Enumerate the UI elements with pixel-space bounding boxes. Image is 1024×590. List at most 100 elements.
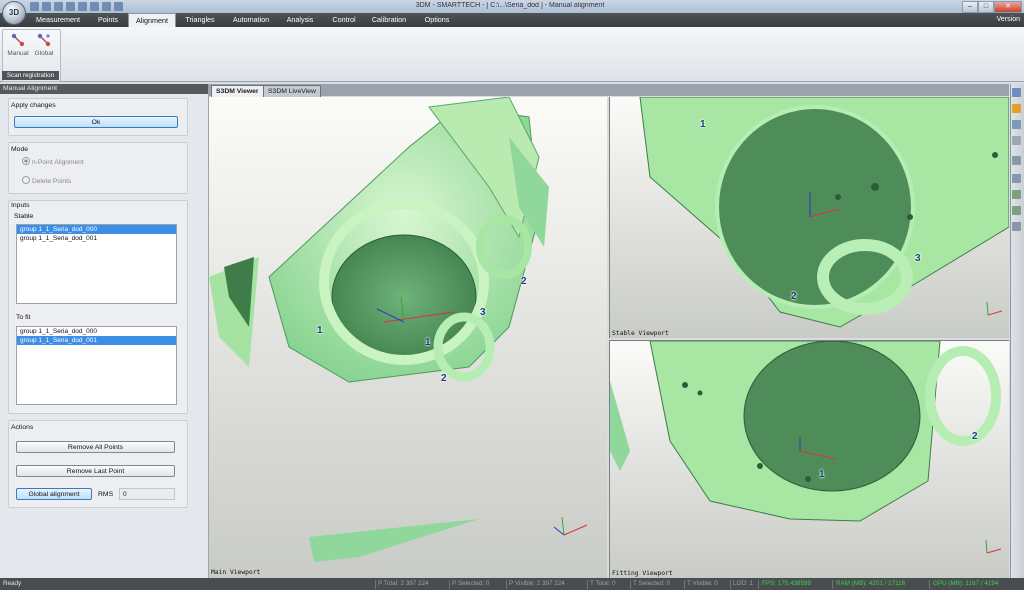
status-t-selected: T Selected: 0 bbox=[633, 580, 670, 587]
marker-label: 1 bbox=[317, 325, 323, 336]
list-item[interactable]: group 1_1_Seria_dod_000 bbox=[17, 225, 176, 234]
status-t-total: T Total: 0 bbox=[590, 580, 616, 587]
delete-points-radio[interactable]: Delete Points bbox=[22, 176, 71, 185]
status-p-selected: P Selected: 0 bbox=[452, 580, 490, 587]
export-icon[interactable] bbox=[78, 2, 87, 11]
tab-triangles[interactable]: Triangles bbox=[176, 13, 224, 27]
ribbon-group-label: Scan registration bbox=[2, 71, 59, 80]
to-fit-list[interactable]: group 1_1_Seria_dod_000 group 1_1_Seria_… bbox=[16, 326, 177, 405]
status-separator bbox=[929, 580, 930, 589]
tab-s3dm-liveview[interactable]: S3DM LiveView bbox=[263, 85, 321, 97]
delete-points-label: Delete Points bbox=[32, 178, 72, 185]
global-alignment-button[interactable]: Global alignment bbox=[16, 488, 92, 500]
apply-changes-label: Apply changes bbox=[11, 102, 56, 109]
tab-s3dm-viewer[interactable]: S3DM Viewer bbox=[211, 85, 264, 97]
status-gpu: GPU (MB): 1167 / 4194 bbox=[933, 580, 999, 587]
view-tool-icon[interactable] bbox=[1012, 174, 1021, 183]
status-p-visible: P Visible: 2 397 224 bbox=[509, 580, 565, 587]
view-tool-icon[interactable] bbox=[1012, 136, 1021, 145]
rms-value-field: 0 bbox=[119, 488, 175, 500]
radio-dot-icon bbox=[22, 176, 30, 184]
view-tool-icon[interactable] bbox=[1012, 120, 1021, 129]
fitting-scan-render bbox=[610, 341, 1002, 554]
list-item[interactable]: group 1_1_Seria_dod_001 bbox=[17, 234, 176, 243]
status-separator bbox=[506, 580, 507, 589]
status-t-visible: T Visible: 0 bbox=[687, 580, 718, 587]
manual-button-label: Manual bbox=[7, 50, 29, 57]
status-separator bbox=[587, 580, 588, 589]
marker-label: 2 bbox=[441, 373, 447, 384]
global-alignment-icon bbox=[37, 33, 51, 47]
list-item[interactable]: group 1_1_Seria_dod_001 bbox=[17, 336, 176, 345]
marker-label: 2 bbox=[972, 431, 978, 442]
redo-icon[interactable] bbox=[102, 2, 111, 11]
view-tool-icon[interactable] bbox=[1012, 222, 1021, 231]
actions-label: Actions bbox=[11, 424, 34, 431]
tab-options[interactable]: Options bbox=[414, 13, 460, 27]
axis-triad-icon bbox=[985, 539, 1002, 554]
tab-control[interactable]: Control bbox=[324, 13, 364, 27]
stable-scan-render bbox=[639, 97, 1009, 328]
global-alignment-ribbon-button[interactable]: Global bbox=[31, 31, 57, 63]
status-separator bbox=[449, 580, 450, 589]
view-tool-icon[interactable] bbox=[1012, 156, 1021, 165]
marker-label: 1 bbox=[700, 119, 706, 130]
ok-button[interactable]: Ok bbox=[14, 116, 178, 128]
application-orb-button[interactable]: 3D bbox=[2, 1, 26, 25]
minimize-button[interactable]: – bbox=[962, 1, 978, 13]
stable-list[interactable]: group 1_1_Seria_dod_000 group 1_1_Seria_… bbox=[16, 224, 177, 304]
status-separator bbox=[630, 580, 631, 589]
global-button-label: Global bbox=[34, 50, 54, 57]
tab-analysis[interactable]: Analysis bbox=[278, 13, 322, 27]
status-fps: FPS: 175.438599 bbox=[762, 580, 812, 587]
save-all-icon[interactable] bbox=[66, 2, 75, 11]
view-tool-icon[interactable] bbox=[1012, 88, 1021, 97]
axis-triad-icon bbox=[553, 516, 588, 536]
main-scan-render bbox=[209, 97, 588, 562]
remove-all-points-button[interactable]: Remove All Points bbox=[16, 441, 175, 453]
status-separator bbox=[375, 580, 376, 589]
remove-last-point-button[interactable]: Remove Last Point bbox=[16, 465, 175, 477]
marker-label: 2 bbox=[521, 276, 527, 287]
version-label[interactable]: Version bbox=[997, 13, 1020, 27]
ribbon bbox=[0, 27, 1024, 82]
maximize-button[interactable]: □ bbox=[978, 1, 994, 13]
tab-measurement[interactable]: Measurement bbox=[30, 13, 86, 27]
tab-calibration[interactable]: Calibration bbox=[366, 13, 412, 27]
inputs-label: Inputs bbox=[11, 202, 30, 209]
manual-alignment-icon bbox=[11, 33, 25, 47]
n-point-label: n-Point Alignment bbox=[32, 159, 84, 166]
n-point-radio[interactable]: n-Point Alignment bbox=[22, 157, 84, 166]
list-item[interactable]: group 1_1_Seria_dod_000 bbox=[17, 327, 176, 336]
mode-group bbox=[8, 142, 188, 194]
panel-title: Manual Alignment bbox=[0, 84, 208, 94]
main-viewport[interactable]: 1 1 2 2 3 Main Viewport bbox=[209, 97, 607, 578]
status-p-total: P Total: 2 397 224 bbox=[378, 580, 429, 587]
manual-alignment-button[interactable]: Manual bbox=[5, 31, 31, 63]
save-icon[interactable] bbox=[54, 2, 63, 11]
stable-viewport-label: Stable Viewport bbox=[612, 330, 669, 337]
marker-label: 2 bbox=[791, 291, 797, 302]
stable-viewport[interactable]: 1 2 3 Stable Viewport bbox=[609, 97, 1009, 338]
main-viewport-label: Main Viewport bbox=[211, 569, 261, 576]
view-tool-icon[interactable] bbox=[1012, 104, 1021, 113]
close-button[interactable]: ✕ bbox=[994, 1, 1022, 13]
viewer-tab-strip bbox=[209, 84, 1009, 96]
stable-label: Stable bbox=[14, 213, 34, 220]
open-folder-icon[interactable] bbox=[42, 2, 51, 11]
rms-label: RMS bbox=[98, 491, 114, 498]
tab-alignment[interactable]: Alignment bbox=[128, 13, 176, 27]
mode-label: Mode bbox=[11, 146, 29, 153]
status-separator bbox=[758, 580, 759, 589]
view-tool-icon[interactable] bbox=[1012, 190, 1021, 199]
view-tool-icon[interactable] bbox=[1012, 206, 1021, 215]
marker-label: 1 bbox=[425, 337, 431, 348]
screenshot-icon[interactable] bbox=[114, 2, 123, 11]
new-file-icon[interactable] bbox=[30, 2, 39, 11]
tab-points[interactable]: Points bbox=[88, 13, 128, 27]
radio-dot-icon bbox=[22, 157, 30, 165]
undo-icon[interactable] bbox=[90, 2, 99, 11]
tab-automation[interactable]: Automation bbox=[226, 13, 276, 27]
fitting-viewport[interactable]: 1 2 Fitting Viewport bbox=[609, 340, 1009, 579]
marker-label: 1 bbox=[819, 469, 825, 480]
